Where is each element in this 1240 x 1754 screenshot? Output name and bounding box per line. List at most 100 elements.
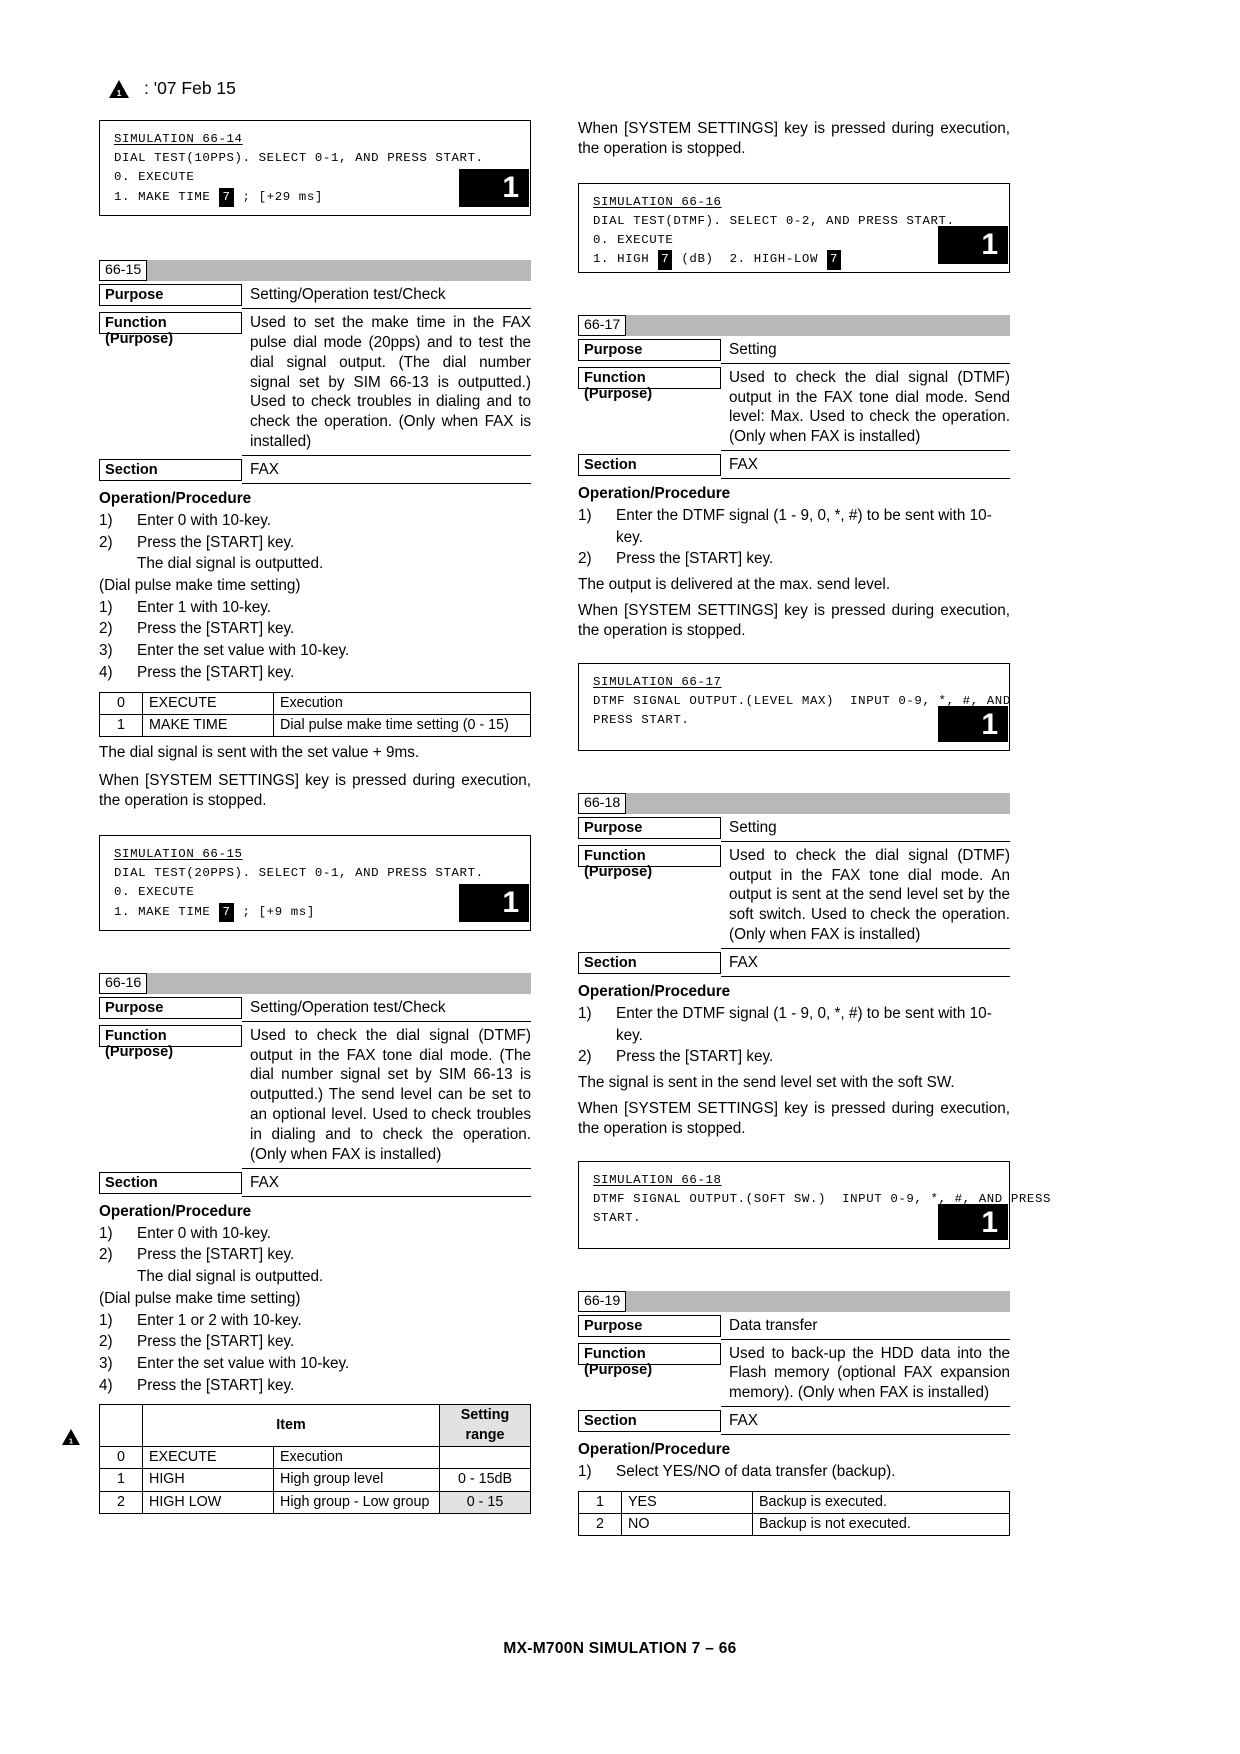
header-setting-range-line1: Setting [460, 1407, 510, 1424]
simulation-66-15-display: SIMULATION 66-15 DIAL TEST(20PPS). SELEC… [99, 834, 531, 931]
step-text: Press the [START] key. [137, 533, 295, 551]
operation-procedure-title: Operation/Procedure [99, 1202, 252, 1220]
sim-display-title: SIMULATION 66-18 [593, 1172, 722, 1187]
section-value: FAX [721, 952, 1010, 977]
steps-66-17: 1) Enter the DTMF signal (1 - 9, 0, *, #… [578, 505, 1010, 570]
row-name: EXECUTE [142, 691, 274, 715]
purpose-value: Setting [721, 817, 1010, 842]
table-header-row: Item Setting range [99, 1404, 531, 1448]
operation-procedure-title: Operation/Procedure [578, 1441, 731, 1459]
row-description: Execution [273, 691, 531, 715]
step-text: Press the [START] key. [137, 620, 295, 638]
step-text: Press the [START] key. [137, 1376, 295, 1394]
simulation-66-14-display: SIMULATION 66-14 DIAL TEST(10PPS). SELEC… [99, 120, 531, 216]
sim-display-title: SIMULATION 66-17 [593, 674, 722, 689]
section-row-66-16: Section FAX [99, 1171, 531, 1197]
table-row: 0 EXECUTE Execution [99, 1446, 531, 1470]
step-text: Enter the set value with 10-key. [137, 642, 350, 660]
row-name: MAKE TIME [142, 713, 274, 738]
sim-display-line-1: DIAL TEST(20PPS). SELECT 0-1, AND PRESS … [114, 866, 484, 881]
function-label: Function (Purpose) [578, 1342, 721, 1378]
row-name: HIGH [142, 1468, 274, 1492]
operation-procedure-title: Operation/Procedure [99, 489, 252, 507]
step-item: 2) Press the [START] key. [99, 1331, 531, 1353]
function-row-66-15: Function (Purpose) Used to set the make … [99, 311, 531, 456]
sim-page-badge: 1 [938, 1203, 1008, 1240]
simulation-66-17-display: SIMULATION 66-17 DTMF SIGNAL OUTPUT.(LEV… [578, 662, 1010, 751]
sim-id-66-15: 66-15 [99, 260, 148, 281]
section-label: Section [578, 454, 721, 477]
section-row-66-19: Section FAX [578, 1410, 1010, 1436]
step-text: Enter 0 with 10-key. [137, 1224, 272, 1242]
step-item: 2) Press the [START] key. [578, 548, 1010, 570]
step-text: Press the [START] key. [616, 1048, 774, 1066]
sim-id-66-17: 66-17 [578, 314, 627, 336]
sim-page-badge: 1 [938, 705, 1008, 742]
code-table-66-16: Item Setting range 0 EXECUTE Execution 1… [99, 1404, 531, 1514]
step-number: 3) [99, 642, 113, 660]
purpose-label: Purpose [99, 996, 242, 1019]
row-index: 1 [99, 1468, 143, 1492]
function-value: Used to back-up the HDD data into the Fl… [721, 1343, 1010, 1408]
row-range: 0 - 15dB [439, 1468, 531, 1492]
row-name: EXECUTE [142, 1446, 274, 1470]
sim-header-66-16: 66-16 [99, 972, 531, 994]
section-value: FAX [242, 1172, 531, 1197]
step-number: 1) [578, 507, 592, 524]
row-description: Execution [273, 1446, 440, 1470]
sim-display-title: SIMULATION 66-15 [114, 846, 243, 861]
sim-page-badge: 1 [459, 169, 529, 207]
step-number: 2) [578, 550, 592, 568]
operation-procedure-title: Operation/Procedure [578, 485, 731, 502]
simulation-66-16-display: SIMULATION 66-16 DIAL TEST(DTMF). SELECT… [578, 182, 1010, 273]
function-label: Function (Purpose) [99, 1024, 242, 1060]
step-text: Enter 1 or 2 with 10-key. [137, 1311, 302, 1329]
step-text: Enter the DTMF signal (1 - 9, 0, *, #) t… [616, 1004, 992, 1044]
function-row-66-18: Function (Purpose) Used to check the dia… [578, 844, 1010, 950]
table-row: 1 YES Backup is executed. [578, 1490, 1010, 1515]
sim-display-title: SIMULATION 66-14 [114, 132, 243, 146]
row-index: 2 [578, 1513, 622, 1537]
operation-procedure-title: Operation/Procedure [578, 982, 731, 1000]
note-2-66-18: When [SYSTEM SETTINGS] key is pressed du… [578, 1099, 1010, 1137]
step-text: Select YES/NO of data transfer (backup). [616, 1463, 896, 1481]
sim-header-bar [147, 260, 531, 281]
step-number: 2) [99, 1246, 113, 1264]
section-label: Section [578, 1410, 721, 1433]
row-range: 0 - 15 [439, 1490, 531, 1514]
manual-page: 1 : '07 Feb 15 SIMULATION 66-14 DIAL TES… [0, 0, 1240, 1754]
step-item: 1) Enter 1 or 2 with 10-key. [99, 1310, 531, 1332]
step-text: Enter the DTMF signal (1 - 9, 0, *, #) t… [616, 507, 992, 546]
code-table-66-19: 1 YES Backup is executed. 2 NO Backup is… [578, 1490, 1010, 1537]
function-row-66-17: Function (Purpose) Used to check the dia… [578, 366, 1010, 452]
row-description: Backup is not executed. [752, 1513, 1010, 1537]
header-setting-range: Setting range [439, 1404, 531, 1448]
step-number: 1) [99, 598, 113, 616]
step-text: Press the [START] key. [616, 550, 774, 568]
svg-text:1: 1 [69, 1437, 73, 1446]
sim-page-badge: 1 [938, 225, 1008, 264]
step-subnote: The dial signal is outputted. [137, 1268, 324, 1286]
make-time-suffix: ; [+9 ms] [234, 904, 315, 919]
high-label: 1. HIGH [593, 252, 658, 267]
step-number: 4) [99, 1376, 113, 1394]
step-item: 1) Enter 0 with 10-key. [99, 1223, 531, 1245]
row-name: YES [621, 1490, 753, 1515]
step-subnote: The dial signal is outputted. [137, 555, 324, 573]
step-item: 3) Enter the set value with 10-key. [99, 640, 531, 662]
group-note: (Dial pulse make time setting) [99, 577, 301, 595]
step-text: Press the [START] key. [137, 663, 295, 681]
step-number: 4) [99, 663, 113, 681]
sim-header-bar [626, 792, 1010, 814]
step-number: 1) [99, 1224, 113, 1242]
header-item: Item [142, 1404, 440, 1448]
row-description: Backup is executed. [752, 1490, 1010, 1515]
make-time-suffix: ; [+29 ms] [234, 189, 323, 204]
right-top-note: When [SYSTEM SETTINGS] key is pressed du… [578, 120, 1010, 157]
section-label: Section [99, 1171, 242, 1194]
table-row: 2 HIGH LOW High group - Low group 0 - 15 [99, 1490, 531, 1514]
purpose-value: Data transfer [721, 1315, 1010, 1340]
step-text: Press the [START] key. [137, 1246, 295, 1264]
high-value: 7 [658, 250, 673, 270]
steps-66-19: 1) Select YES/NO of data transfer (backu… [578, 1461, 1010, 1483]
